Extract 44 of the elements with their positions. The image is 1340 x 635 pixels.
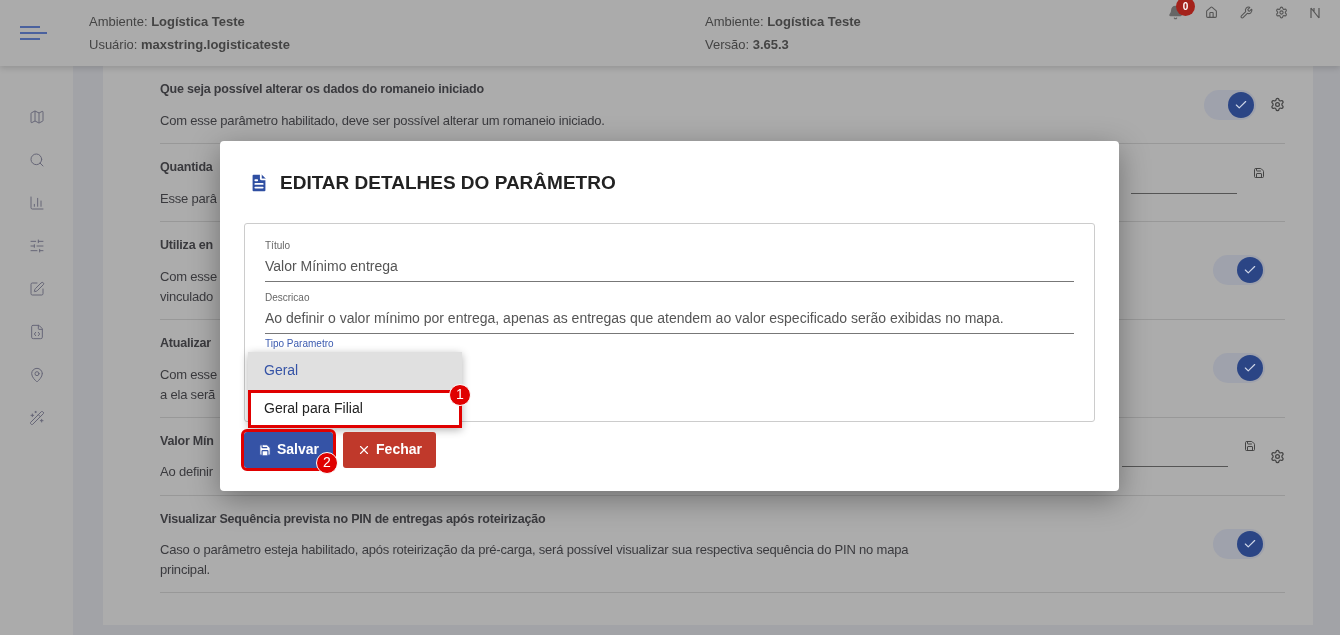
close-button[interactable]: Fechar [343, 431, 436, 468]
parameter-description: Esse parâ [160, 189, 217, 208]
header-info: Versão: 3.65.3 [705, 35, 790, 54]
toggle-switch[interactable] [1213, 528, 1265, 559]
parameter-title: Que seja possível alterar os dados do romaneio iniciado [160, 81, 484, 98]
toggle-switch[interactable] [1204, 89, 1256, 120]
header-info: Ambiente: Logística Teste [705, 13, 862, 31]
header-info: Usuário: maxstring.logisticateste [89, 35, 291, 54]
parameter-title: Quantida [160, 159, 213, 176]
parameter-title: Visualizar Sequência prevista no PIN de entregas após roteirização [160, 510, 546, 528]
save-icon[interactable] [1244, 440, 1256, 452]
map-icon[interactable] [28, 109, 45, 125]
text-field[interactable]: Título Valor Mínimo entrega [265, 237, 1074, 282]
bar-chart-icon[interactable] [28, 195, 45, 211]
wand-icon[interactable] [28, 410, 45, 426]
edit-icon[interactable] [28, 281, 45, 297]
menu-icon[interactable] [20, 26, 47, 40]
dialog-title: EDITAR DETALHES DO PARÂMETRO [280, 171, 616, 195]
home-icon[interactable] [1205, 6, 1218, 19]
parameter-description: Ao definir [160, 463, 213, 482]
parameter-title: Utiliza en [160, 237, 213, 254]
select-label: Tipo Parametro [265, 337, 334, 350]
header-info: Ambiente: Logística Teste [89, 13, 246, 31]
parameter-description: Caso o parâmetro esteja habilitado, após roteirização da pré-carga, será possível visualizar sua respectiva sequência do PIN no mapa principal. [160, 541, 909, 580]
dropdown-option[interactable]: Geral [248, 351, 462, 390]
search-icon[interactable] [28, 152, 45, 168]
parameter-title: Valor Mín [160, 432, 214, 450]
save-icon [258, 442, 272, 457]
settings-icon[interactable] [1270, 448, 1285, 464]
text-field[interactable]: Descricao Ao definir o valor mínimo por entrega, apenas as entregas que atendem ao valor especificado serão exibidas no mapa. [265, 289, 1074, 334]
code-file-icon[interactable] [28, 324, 45, 340]
parameter-title: Atualizar [160, 334, 211, 352]
wrench-icon[interactable] [1240, 6, 1253, 19]
settings-icon[interactable] [1275, 6, 1288, 19]
pin-icon[interactable] [28, 367, 45, 383]
settings-icon[interactable] [1270, 97, 1285, 112]
parameter-description: Com esse vinculado [160, 267, 217, 306]
parameter-description: Com esse parâmetro habilitado, deve ser possível alterar um romaneio iniciado. [160, 111, 605, 130]
sliders-icon[interactable] [28, 238, 45, 254]
save-icon[interactable] [1253, 166, 1265, 179]
toggle-switch[interactable] [1213, 255, 1265, 286]
toggle-switch[interactable] [1213, 353, 1265, 384]
notification-count: 0 [1176, 0, 1195, 16]
parameter-description: Com esse a ela serã [160, 365, 217, 404]
